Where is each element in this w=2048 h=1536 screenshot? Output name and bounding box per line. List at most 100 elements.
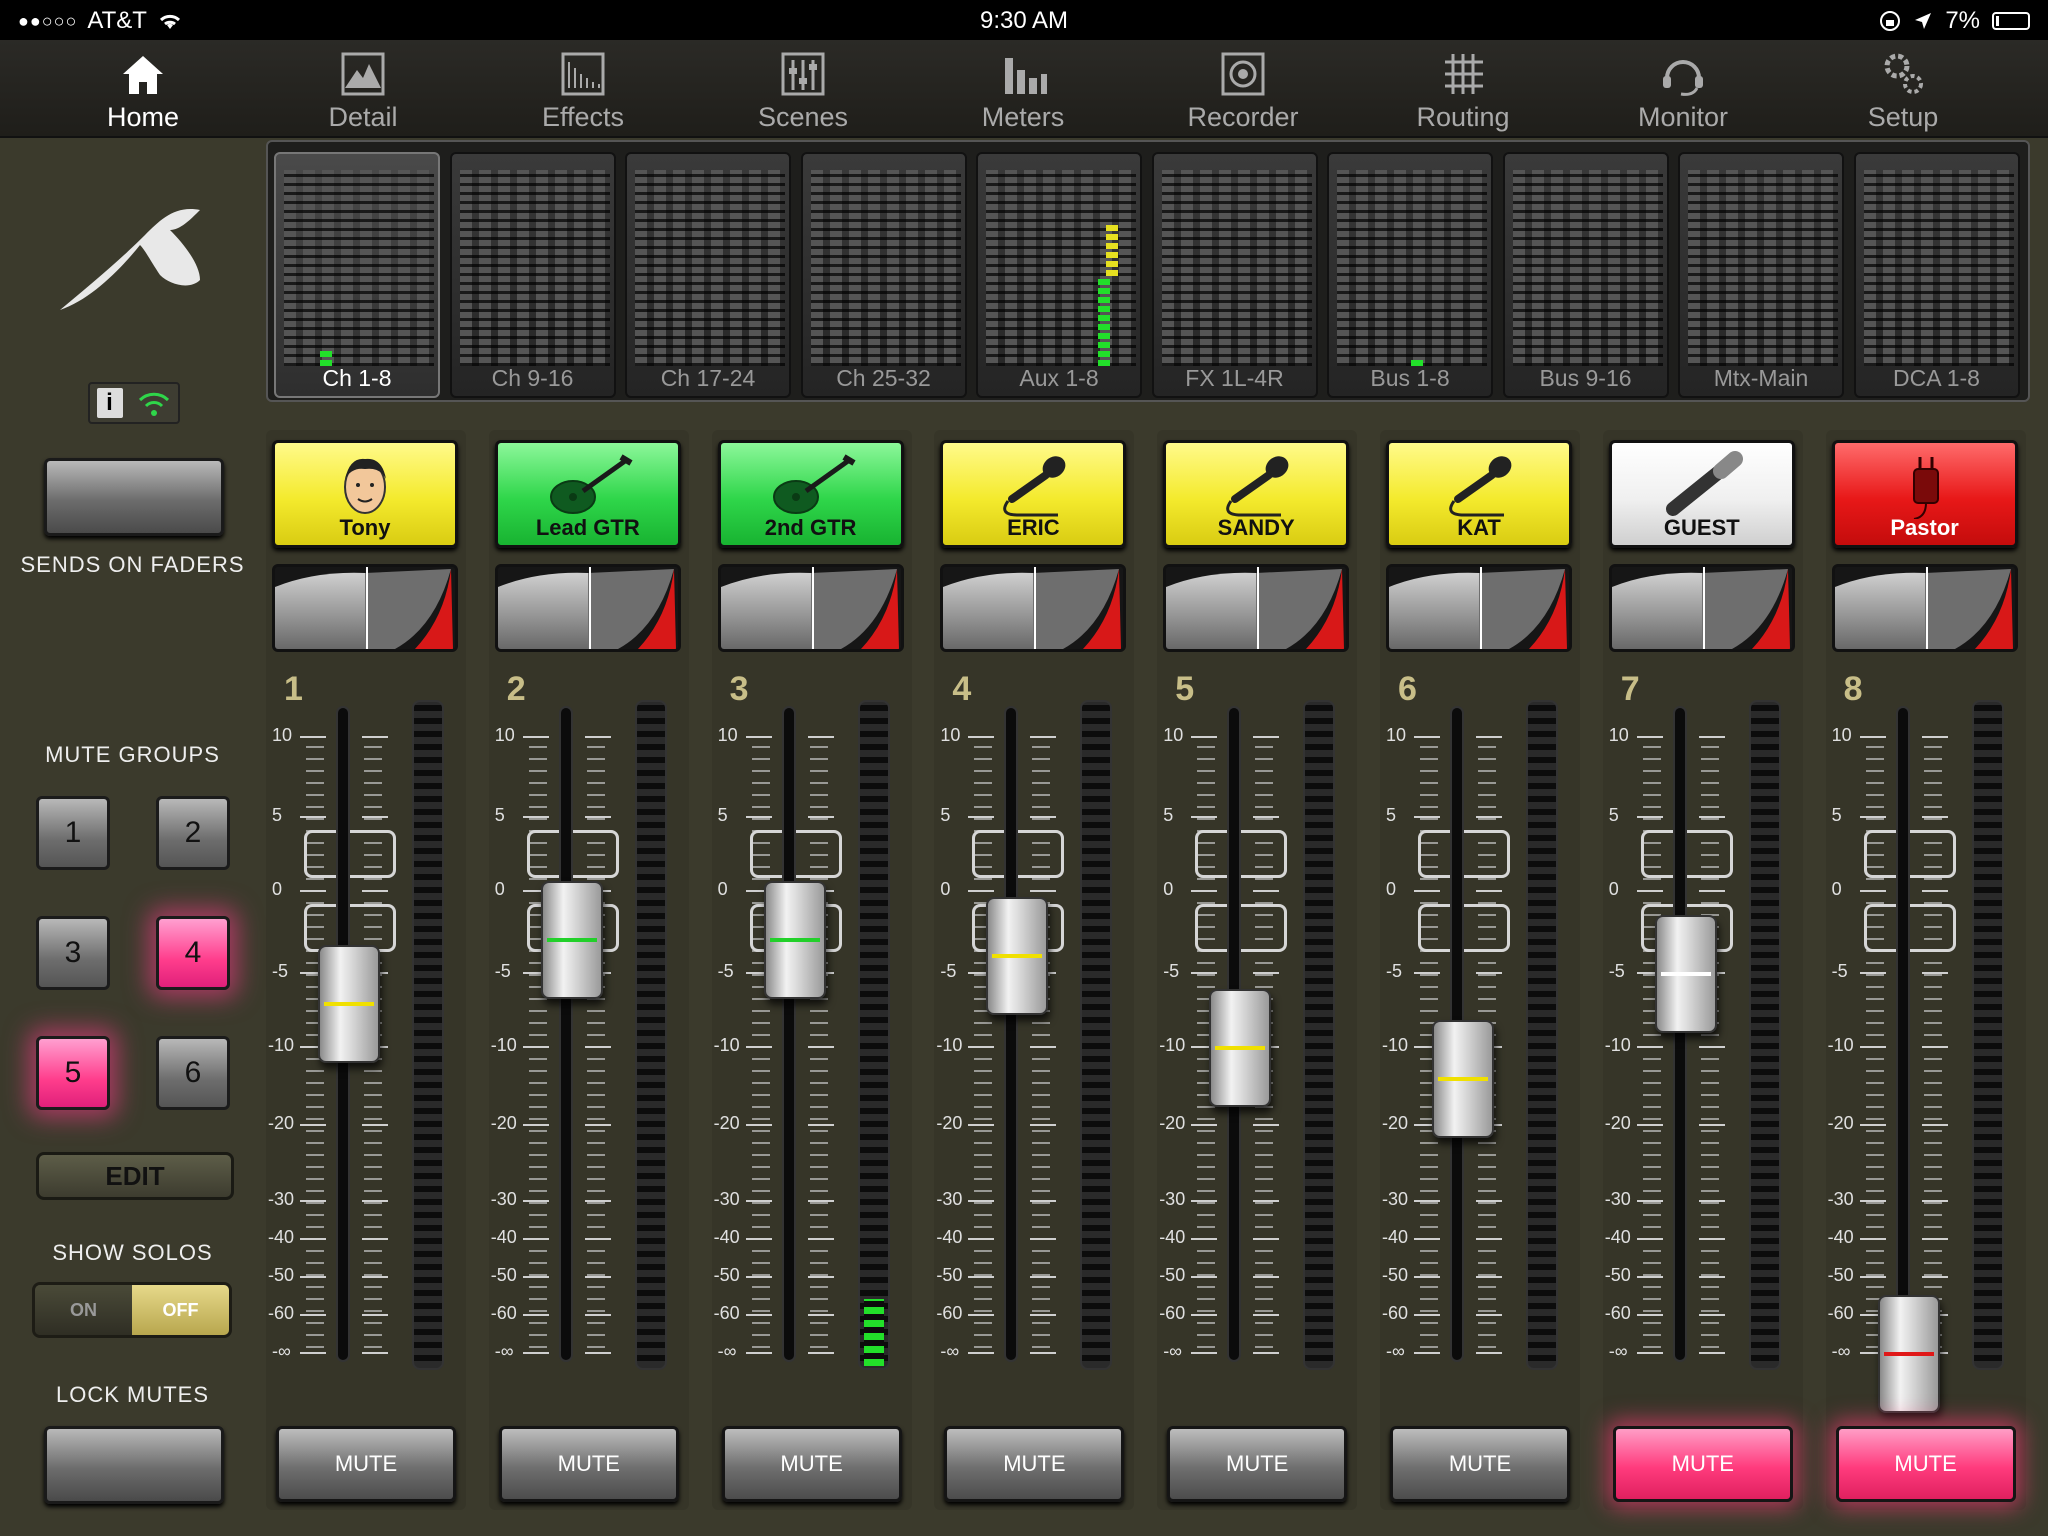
fader-knob[interactable]	[1654, 915, 1717, 1033]
scale-tick	[362, 1124, 388, 1126]
scale-label: -5	[1163, 961, 1180, 981]
tab-monitor[interactable]: Monitor	[1583, 40, 1783, 138]
fader-track[interactable]	[1672, 706, 1687, 1362]
mute-button[interactable]: MUTE	[1390, 1426, 1570, 1502]
mute-group-2-button[interactable]: 2	[156, 796, 230, 870]
fader-knob[interactable]	[540, 881, 603, 999]
fader-knob[interactable]	[986, 897, 1049, 1015]
dynamics-graph-button[interactable]	[1163, 564, 1350, 652]
fader-knob[interactable]	[1877, 1295, 1940, 1413]
bank-tab-fx-1l-4r[interactable]: FX 1L-4R	[1151, 152, 1318, 398]
tab-effects[interactable]: Effects	[483, 40, 683, 138]
minor-tick	[809, 1238, 828, 1240]
channel-name-button[interactable]: KAT	[1386, 440, 1572, 548]
fader-track[interactable]	[558, 706, 573, 1362]
dynamics-graph-button[interactable]	[272, 564, 458, 652]
sends-on-faders-label: SENDS ON FADERS	[20, 552, 245, 577]
mute-button[interactable]: MUTE	[1612, 1426, 1793, 1502]
fader-knob[interactable]	[1209, 989, 1272, 1107]
minor-tick	[528, 1286, 547, 1288]
mute-group-4-button[interactable]: 4	[156, 916, 230, 990]
minor-tick	[528, 1046, 547, 1048]
fader-track[interactable]	[1004, 706, 1019, 1362]
minor-tick	[1255, 1142, 1274, 1144]
mute-group-1-button[interactable]: 1	[36, 796, 110, 870]
minor-tick	[528, 998, 547, 1000]
minor-tick	[974, 1262, 993, 1264]
mute-button[interactable]: MUTE	[944, 1426, 1125, 1502]
dynamics-graph-button[interactable]	[494, 564, 681, 652]
minor-tick	[528, 794, 547, 796]
bank-tab-ch-25-32[interactable]: Ch 25-32	[800, 152, 967, 398]
bank-tab-ch-17-24[interactable]: Ch 17-24	[625, 152, 791, 398]
tab-routing[interactable]: Routing	[1363, 40, 1563, 138]
toggle-on-label[interactable]: ON	[35, 1285, 132, 1335]
tab-meters[interactable]: Meters	[923, 40, 1123, 138]
minor-tick	[809, 746, 828, 748]
sends-on-faders-button[interactable]	[44, 458, 224, 536]
edit-mute-groups-button[interactable]: EDIT	[36, 1152, 234, 1200]
bank-tab-ch-1-8[interactable]: Ch 1-8	[274, 152, 440, 398]
tab-recorder[interactable]: Recorder	[1143, 40, 1343, 138]
lock-mutes-button[interactable]	[44, 1426, 224, 1504]
bank-tab-aux-1-8[interactable]: Aux 1-8	[976, 152, 1142, 398]
channel-name-button[interactable]: SANDY	[1163, 440, 1350, 548]
minor-tick	[528, 1022, 547, 1024]
channel-name-button[interactable]: Tony	[272, 440, 458, 548]
minor-tick	[528, 1238, 547, 1240]
bank-tab-dca-1-8[interactable]: DCA 1-8	[1853, 152, 2020, 398]
bank-tab-bus-1-8[interactable]: Bus 1-8	[1327, 152, 1493, 398]
minor-tick	[1642, 1046, 1661, 1048]
tab-scenes[interactable]: Scenes	[703, 40, 903, 138]
mute-button[interactable]: MUTE	[276, 1426, 456, 1502]
toggle-off-label[interactable]: OFF	[132, 1285, 229, 1335]
mute-button[interactable]: MUTE	[1835, 1426, 2016, 1502]
minor-tick	[751, 818, 770, 820]
minor-tick	[751, 1106, 770, 1108]
channel-name-button[interactable]: 2nd GTR	[717, 440, 904, 548]
channel-name-button[interactable]: GUEST	[1608, 440, 1795, 548]
mute-button[interactable]: MUTE	[498, 1426, 679, 1502]
info-wifi-button[interactable]: i	[88, 382, 180, 424]
minor-tick	[1923, 1094, 1942, 1096]
fader-track[interactable]	[781, 706, 796, 1362]
channel-name-button[interactable]: ERIC	[940, 440, 1127, 548]
bank-tab-bus-9-16[interactable]: Bus 9-16	[1502, 152, 1669, 398]
dynamics-graph-button[interactable]	[1608, 564, 1795, 652]
fader-knob[interactable]	[763, 881, 826, 999]
minor-tick	[1642, 1262, 1661, 1264]
channel-name-button[interactable]: Lead GTR	[494, 440, 681, 548]
fader-knob[interactable]	[318, 945, 380, 1063]
minor-tick	[974, 1106, 993, 1108]
fader-knob[interactable]	[1432, 1020, 1494, 1138]
dynamics-graph-button[interactable]	[940, 564, 1127, 652]
minor-tick	[1478, 1178, 1496, 1180]
minor-tick	[1197, 890, 1216, 892]
mute-group-3-button[interactable]: 3	[36, 916, 110, 990]
dynamics-graph-button[interactable]	[1386, 564, 1572, 652]
tab-home[interactable]: Home	[43, 40, 243, 138]
bank-tab-ch-9-16[interactable]: Ch 9-16	[449, 152, 616, 398]
channel-name-button[interactable]: Pastor	[1831, 440, 2018, 548]
mute-group-5-button[interactable]: 5	[36, 1036, 110, 1110]
tab-detail[interactable]: Detail	[263, 40, 463, 138]
dynamics-graph-button[interactable]	[1831, 564, 2018, 652]
minor-tick	[809, 1034, 828, 1036]
bank-tab-label: Ch 17-24	[660, 365, 756, 391]
minor-tick	[1420, 770, 1438, 772]
show-solos-toggle[interactable]: ON OFF	[32, 1282, 232, 1338]
mute-group-6-button[interactable]: 6	[156, 1036, 230, 1110]
mute-button[interactable]: MUTE	[1167, 1426, 1348, 1502]
minor-tick	[1032, 1238, 1051, 1240]
minor-tick	[751, 1022, 770, 1024]
minor-tick	[306, 1130, 324, 1132]
minor-tick	[1865, 1034, 1884, 1036]
dynamics-graph-button[interactable]	[717, 564, 904, 652]
minor-tick	[364, 1322, 382, 1324]
scale-label: 5	[1608, 805, 1619, 825]
tab-setup[interactable]: Setup	[1803, 40, 2003, 138]
bank-tab-mtx-main[interactable]: Mtx-Main	[1678, 152, 1844, 398]
fader-track[interactable]	[1895, 706, 1910, 1362]
unity-marker	[749, 830, 842, 878]
mute-button[interactable]: MUTE	[721, 1426, 902, 1502]
